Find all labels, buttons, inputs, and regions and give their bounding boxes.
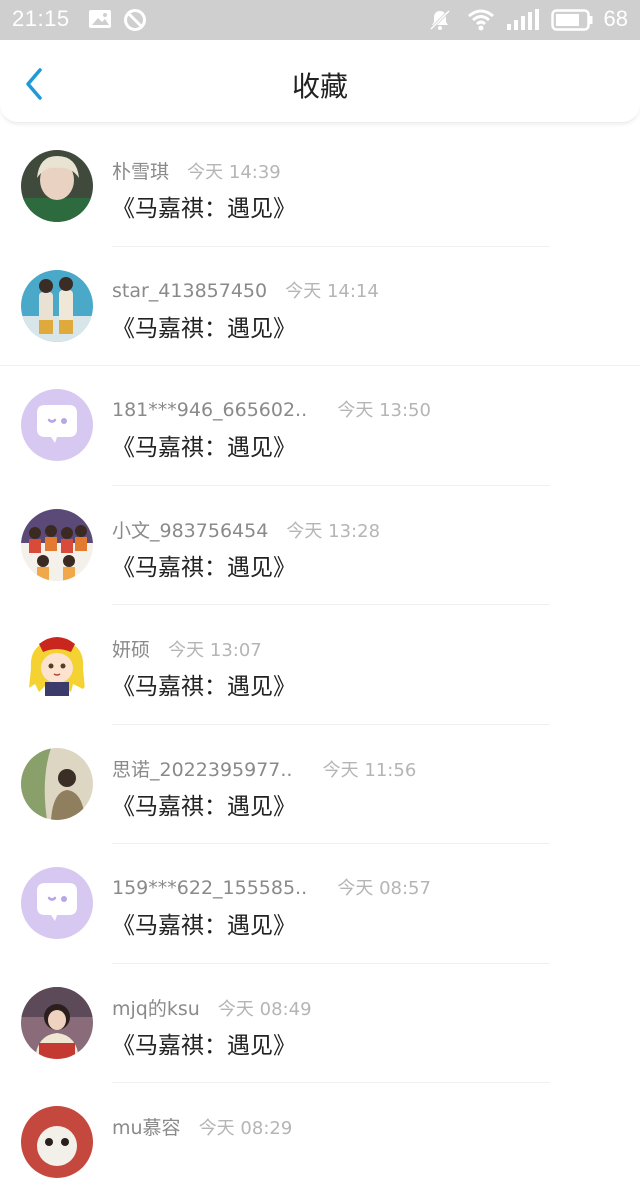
- navigation-header: 收藏: [0, 40, 640, 123]
- block-icon: [123, 8, 147, 37]
- item-username: star_413857450: [112, 279, 268, 302]
- avatar[interactable]: [21, 150, 93, 222]
- image-icon: [88, 8, 112, 35]
- item-time: 今天 14:39: [187, 162, 281, 183]
- list-item[interactable]: 妍硕 今天 13:07 《马嘉祺：遇见》: [0, 605, 640, 725]
- default-chat-icon: [21, 389, 93, 461]
- status-time: 21:15: [12, 6, 70, 31]
- avatar[interactable]: [21, 269, 93, 342]
- item-title: 《马嘉祺：遇见》: [112, 793, 296, 820]
- item-meta: star_413857450 今天 14:14: [112, 277, 379, 303]
- avatar[interactable]: [21, 508, 93, 581]
- item-username: 小文_983756454: [112, 519, 269, 542]
- avatar[interactable]: [21, 747, 93, 820]
- item-title: 《马嘉祺：遇见》: [112, 674, 296, 700]
- item-meta: mu慕容 今天 08:29: [112, 1113, 292, 1140]
- item-time: 今天 08:49: [217, 998, 312, 1020]
- item-title: 《马嘉祺：遇见》: [112, 315, 296, 342]
- item-username: mu慕容: [112, 1117, 181, 1139]
- item-title: 《马嘉祺：遇见》: [112, 435, 296, 461]
- item-title: 《马嘉祺：遇见》: [112, 196, 296, 222]
- item-meta: 思诺_2022395977.. 今天 11:56: [112, 755, 416, 782]
- list-item[interactable]: 朴雪琪 今天 14:39 《马嘉祺：遇见》: [0, 127, 640, 247]
- item-username: 181***946_665602..: [112, 399, 308, 421]
- favorites-list: 朴雪琪 今天 14:39 《马嘉祺：遇见》 star_413857450 今天 …: [0, 127, 640, 1203]
- item-time: 今天 08:57: [337, 878, 431, 899]
- item-username: 妍硕: [112, 639, 151, 661]
- item-meta: 159***622_155585.. 今天 08:57: [112, 874, 431, 900]
- list-item[interactable]: star_413857450 今天 14:14 《马嘉祺：遇见》: [0, 247, 640, 366]
- item-time: 今天 13:50: [337, 400, 431, 421]
- battery-icon: [551, 9, 593, 36]
- avatar[interactable]: [21, 986, 93, 1059]
- item-username: mjq的ksu: [112, 997, 200, 1020]
- list-item[interactable]: mjq的ksu 今天 08:49 《马嘉祺：遇见》: [0, 964, 640, 1083]
- avatar[interactable]: [21, 867, 93, 939]
- battery-level: 68: [603, 6, 628, 31]
- item-title: 《马嘉祺：遇见》: [112, 1032, 296, 1059]
- default-chat-icon: [21, 867, 93, 939]
- item-meta: 181***946_665602.. 今天 13:50: [112, 396, 431, 422]
- item-username: 159***622_155585..: [112, 877, 308, 899]
- item-title: 《马嘉祺：遇见》: [112, 554, 296, 581]
- item-time: 今天 11:56: [322, 759, 417, 781]
- item-meta: mjq的ksu 今天 08:49: [112, 994, 312, 1021]
- item-time: 今天 14:14: [285, 280, 379, 302]
- item-username: 朴雪琪: [112, 161, 170, 183]
- item-time: 今天 08:29: [198, 1118, 293, 1139]
- item-username: 思诺_2022395977..: [112, 758, 293, 781]
- item-time: 今天 13:07: [168, 640, 262, 661]
- avatar[interactable]: [21, 389, 93, 461]
- status-bar: 21:15 68: [0, 0, 640, 40]
- list-item[interactable]: mu慕容 今天 08:29: [0, 1083, 640, 1203]
- signal-icon: [506, 8, 540, 37]
- list-item[interactable]: 小文_983756454 今天 13:28 《马嘉祺：遇见》: [0, 486, 640, 605]
- wifi-icon: [467, 8, 495, 37]
- list-item[interactable]: 思诺_2022395977.. 今天 11:56 《马嘉祺：遇见》: [0, 725, 640, 844]
- list-item[interactable]: 159***622_155585.. 今天 08:57 《马嘉祺：遇见》: [0, 844, 640, 964]
- list-item[interactable]: 181***946_665602.. 今天 13:50 《马嘉祺：遇见》: [0, 366, 640, 486]
- item-meta: 妍硕 今天 13:07: [112, 635, 262, 662]
- item-meta: 朴雪琪 今天 14:39: [112, 157, 281, 184]
- page-title: 收藏: [291, 70, 348, 103]
- mute-icon: [428, 8, 452, 37]
- avatar[interactable]: [21, 628, 93, 700]
- item-title: 《马嘉祺：遇见》: [112, 913, 296, 939]
- item-time: 今天 13:28: [286, 520, 381, 542]
- item-meta: 小文_983756454 今天 13:28: [112, 516, 380, 543]
- avatar[interactable]: [21, 1106, 93, 1178]
